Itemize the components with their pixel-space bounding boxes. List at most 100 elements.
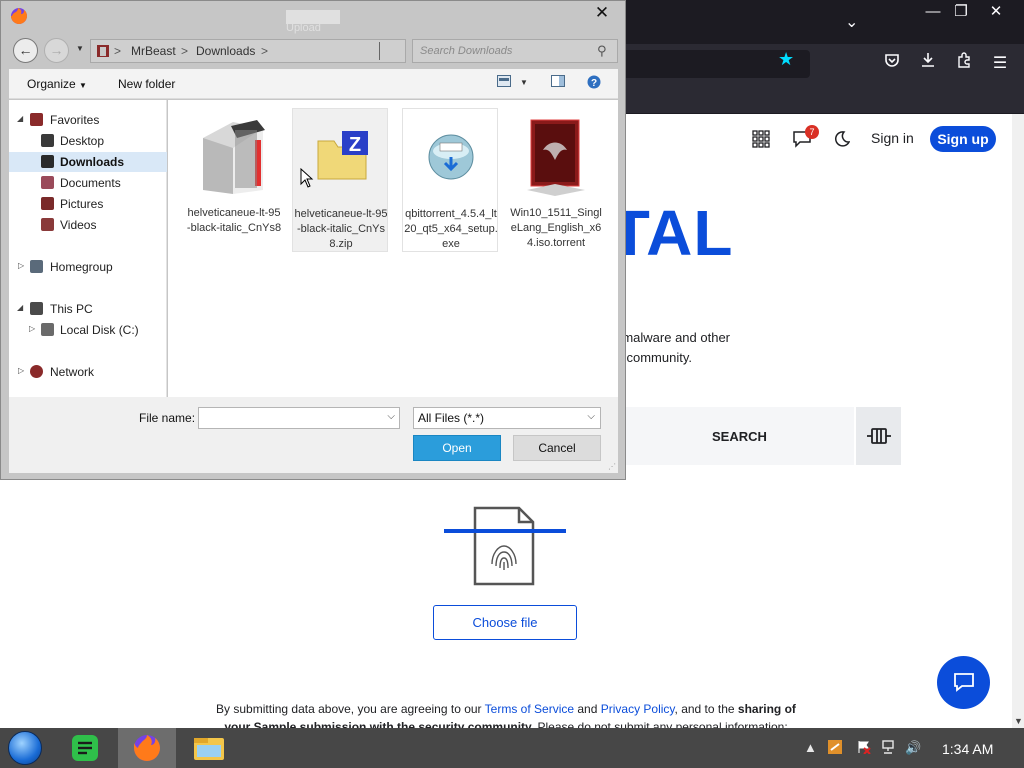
search-box[interactable]: Search Downloads ⚲ bbox=[412, 39, 618, 63]
search-icon[interactable]: ⚲ bbox=[597, 43, 607, 59]
organize-menu[interactable]: Organize ▼ bbox=[27, 77, 87, 91]
clock[interactable]: 1:34 AM bbox=[942, 741, 993, 757]
nav-item-network[interactable]: ▷ Network bbox=[9, 362, 167, 382]
documents-icon bbox=[41, 176, 54, 189]
dark-mode-moon-icon[interactable] bbox=[832, 130, 851, 153]
drive-icon bbox=[41, 323, 54, 336]
preview-pane-icon[interactable] bbox=[551, 75, 565, 90]
privacy-policy-link[interactable]: Privacy Policy bbox=[601, 702, 675, 716]
file-type-select[interactable]: All Files (*.*) ⌵ bbox=[413, 407, 601, 429]
address-bar[interactable]: > MrBeast > Downloads > bbox=[90, 39, 406, 63]
page-scrollbar[interactable]: ▼ bbox=[1012, 114, 1024, 728]
menu-icon[interactable]: ☰ bbox=[988, 52, 1012, 76]
file-name: qbittorrent_4.5.4_lt20_qt5_x64_setup.exe bbox=[404, 208, 498, 250]
breadcrumb-separator: > bbox=[114, 44, 122, 58]
breadcrumb-user[interactable]: MrBeast bbox=[131, 44, 176, 58]
pictures-icon bbox=[41, 197, 54, 210]
nav-label: Network bbox=[50, 365, 95, 379]
organize-label: Organize bbox=[27, 77, 76, 91]
nav-label: Documents bbox=[60, 176, 121, 190]
scroll-down-arrow-icon[interactable]: ▼ bbox=[1014, 716, 1023, 726]
nav-label: Videos bbox=[60, 218, 97, 232]
mouse-pointer-icon bbox=[300, 167, 314, 188]
file-list: helveticaneue-lt-95-black-italic_CnYs8 Z… bbox=[168, 100, 618, 397]
file-name: Win10_1511_SingleLang_English_x64.iso.to… bbox=[510, 207, 602, 249]
sign-up-button[interactable]: Sign up bbox=[930, 126, 996, 152]
tray-app-icon[interactable] bbox=[828, 740, 842, 757]
command-bar: Organize ▼ New folder ▼ ? bbox=[9, 69, 618, 99]
file-name-input[interactable]: ⌵ bbox=[198, 407, 400, 429]
volume-icon[interactable]: 🔊 bbox=[905, 740, 921, 756]
pocket-icon[interactable] bbox=[880, 52, 904, 76]
resize-grip-icon[interactable]: ⋰ bbox=[608, 462, 616, 471]
terms-bold-text: sharing of bbox=[737, 702, 796, 716]
nav-item-videos[interactable]: Videos bbox=[9, 215, 167, 235]
bookmark-star-icon[interactable]: ★ bbox=[778, 49, 794, 70]
nav-item-local-disk[interactable]: ▷ Local Disk (C:) bbox=[9, 320, 167, 340]
nav-label: Favorites bbox=[50, 113, 100, 127]
collapse-arrow-icon[interactable]: ◢ bbox=[17, 114, 23, 123]
start-orb-icon bbox=[8, 731, 42, 765]
view-options-chevron-icon[interactable]: ▼ bbox=[520, 78, 528, 87]
open-button[interactable]: Open bbox=[413, 435, 501, 461]
dialog-title: File Upload bbox=[286, 10, 340, 34]
download-icon[interactable] bbox=[916, 52, 940, 76]
nav-item-favorites[interactable]: ◢ Favorites bbox=[9, 110, 167, 130]
nav-label: Local Disk (C:) bbox=[60, 323, 139, 337]
videos-icon bbox=[41, 218, 54, 231]
help-icon[interactable]: ? bbox=[587, 75, 601, 92]
dialog-close-icon[interactable]: ✕ bbox=[590, 2, 614, 24]
navigation-pane: ◢ Favorites Desktop Downloads Documents … bbox=[9, 100, 167, 397]
nav-item-this-pc[interactable]: ◢ This PC bbox=[9, 299, 167, 319]
file-name-history-chevron-icon[interactable]: ⌵ bbox=[387, 411, 395, 422]
start-button[interactable] bbox=[8, 731, 46, 765]
list-all-tabs-icon[interactable]: ⌄ bbox=[845, 12, 858, 32]
extensions-icon[interactable] bbox=[952, 52, 976, 76]
taskbar-notes-app[interactable] bbox=[56, 728, 114, 768]
taskbar-firefox-app[interactable] bbox=[118, 728, 176, 768]
expand-arrow-icon[interactable]: ▷ bbox=[29, 324, 35, 333]
apps-grid-icon[interactable] bbox=[752, 130, 770, 153]
terms-text: By submitting data above, you are agreei… bbox=[216, 702, 485, 716]
close-icon[interactable]: ✕ bbox=[979, 2, 1013, 22]
nav-item-downloads[interactable]: Downloads bbox=[9, 152, 167, 172]
nav-item-documents[interactable]: Documents bbox=[9, 173, 167, 193]
file-item[interactable]: qbittorrent_4.5.4_lt20_qt5_x64_setup.exe bbox=[402, 108, 498, 252]
expand-arrow-icon[interactable]: ▷ bbox=[18, 366, 24, 375]
file-item[interactable]: Win10_1511_SingleLang_English_x64.iso.to… bbox=[508, 108, 604, 252]
recent-locations-chevron-icon[interactable]: ▼ bbox=[76, 44, 84, 53]
nav-item-homegroup[interactable]: ▷ Homegroup bbox=[9, 257, 167, 277]
nav-item-desktop[interactable]: Desktop bbox=[9, 131, 167, 151]
choose-file-button[interactable]: Choose file bbox=[433, 605, 577, 640]
change-view-icon[interactable] bbox=[497, 75, 511, 90]
hash-search-icon[interactable] bbox=[856, 407, 901, 465]
forward-arrow-icon[interactable]: → bbox=[44, 38, 69, 63]
file-fingerprint-icon bbox=[444, 504, 566, 594]
firefox-app-icon bbox=[10, 7, 28, 25]
maximize-icon[interactable]: ❐ bbox=[944, 2, 978, 22]
svg-text:Z: Z bbox=[349, 134, 361, 156]
file-name: helveticaneue-lt-95-black-italic_CnYs8.z… bbox=[294, 208, 388, 250]
taskbar-file-explorer-app[interactable] bbox=[180, 728, 238, 768]
action-center-flag-icon[interactable] bbox=[857, 740, 871, 757]
breadcrumb-downloads[interactable]: Downloads bbox=[196, 44, 255, 58]
back-arrow-icon[interactable]: ← bbox=[13, 38, 38, 63]
terms-text: and bbox=[574, 702, 601, 716]
address-divider bbox=[379, 42, 380, 60]
terms-of-service-link[interactable]: Terms of Service bbox=[485, 702, 574, 716]
sign-in-link[interactable]: Sign in bbox=[871, 130, 914, 146]
favorites-icon bbox=[30, 113, 43, 126]
expand-arrow-icon[interactable]: ▷ bbox=[18, 261, 24, 270]
downloads-folder-icon bbox=[41, 155, 54, 168]
search-tab-label[interactable]: SEARCH bbox=[712, 429, 767, 444]
collapse-arrow-icon[interactable]: ◢ bbox=[17, 303, 23, 312]
nav-item-pictures[interactable]: Pictures bbox=[9, 194, 167, 214]
new-folder-button[interactable]: New folder bbox=[118, 77, 175, 91]
folder-icon bbox=[195, 110, 273, 202]
show-hidden-icons-icon[interactable]: ▲ bbox=[804, 740, 817, 755]
file-upload-dialog: File Upload ✕ ← → ▼ > MrBeast > Download… bbox=[0, 0, 626, 480]
network-icon[interactable] bbox=[881, 740, 895, 757]
file-type-value: All Files (*.*) bbox=[418, 411, 485, 425]
file-item[interactable]: helveticaneue-lt-95-black-italic_CnYs8 bbox=[186, 108, 282, 252]
cancel-button[interactable]: Cancel bbox=[513, 435, 601, 461]
